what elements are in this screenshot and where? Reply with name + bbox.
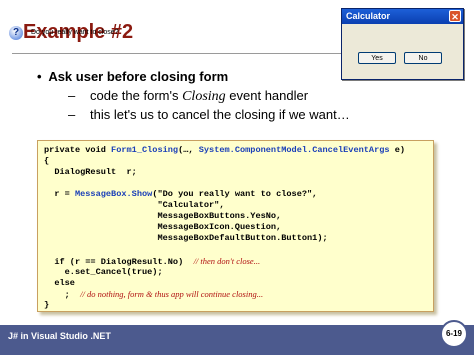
bullet-item: • Ask user before closing form [37,69,228,84]
dialog-titlebar: Calculator ✕ [342,9,463,24]
page-number-badge: 6-19 [440,320,468,348]
code-line: MessageBoxDefaultButton.Button1); [44,233,328,243]
sub-bullet-2: – this let's us to cancel the closing if … [68,107,350,122]
code-line: DialogResult r; [44,167,137,177]
code-comment: // do nothing, form & thus app will cont… [80,289,264,299]
code-line: ; // do nothing, form & thus app will co… [44,289,263,301]
code-token: (…, [178,145,199,155]
no-button[interactable]: No [404,52,442,64]
code-token: ; [44,290,81,300]
code-comment: // then don't close... [193,256,261,266]
footer-label: J# in Visual Studio .NET [8,331,111,341]
message-box-dialog: Calculator ✕ [341,8,464,80]
code-line: MessageBoxButtons.YesNo, [44,211,282,221]
code-line: MessageBoxIcon.Question, [44,222,282,232]
code-token: ("Do you really want to close?", [152,189,318,199]
code-line: "Calculator", [44,200,225,210]
sub1-post: event handler [225,88,309,103]
code-token: r = [44,189,75,199]
code-token: MessageBox.Show [74,189,153,199]
code-line: { [44,156,50,166]
code-line: private void Form1_Closing(…, System.Com… [44,145,405,156]
dialog-message: Do you really want to close? [31,29,119,36]
code-token: Form1_Closing [111,145,179,155]
dash-icon: – [68,107,76,122]
code-line: r = MessageBox.Show("Do you really want … [44,189,317,200]
sub2-text: this let's us to cancel the closing if w… [90,107,350,122]
bullet-icon: • [37,69,42,84]
code-token: System.ComponentModel.CancelEventArgs [198,145,390,155]
sub1-italic: Closing [182,89,226,104]
code-token: if (r == DialogResult.No) [44,257,194,267]
code-line: } [44,300,50,310]
yes-button[interactable]: Yes [358,52,396,64]
code-token: private void [44,145,112,155]
sub-bullet-1: – code the form's Closing event handler [68,88,308,105]
dialog-title: Calculator [346,11,391,21]
sub1-pre: code the form's [90,88,183,103]
dash-icon: – [68,88,76,103]
bullet-text: Ask user before closing form [48,69,229,84]
title-divider [12,53,342,54]
close-icon[interactable]: ✕ [449,10,461,22]
question-icon: ? [9,26,23,40]
code-line: e.set_Cancel(true); [44,267,163,277]
code-token: e) [389,145,406,155]
code-line: else [44,278,75,288]
